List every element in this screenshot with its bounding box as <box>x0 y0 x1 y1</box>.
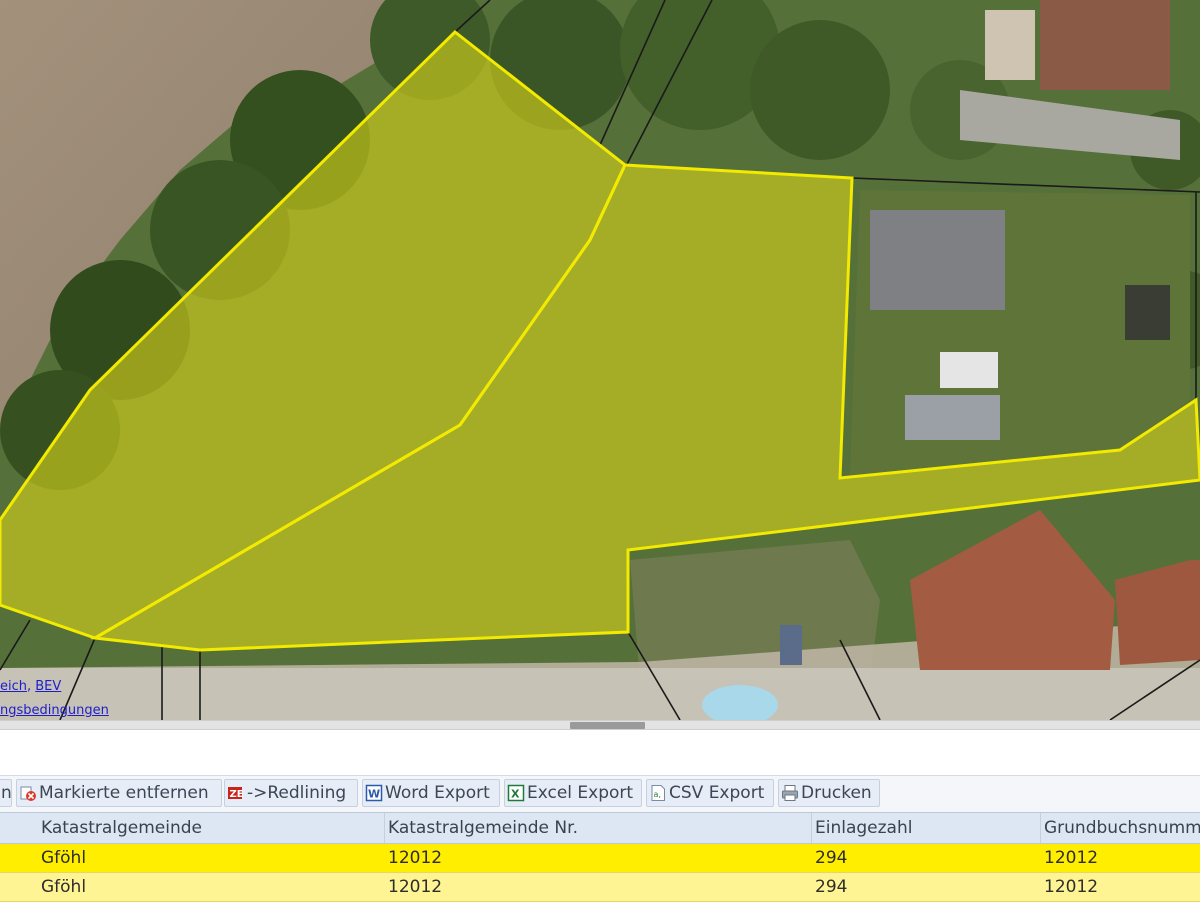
remove-marked-icon <box>19 784 37 802</box>
map-attribution-line-2: ngsbedingungen <box>0 703 109 718</box>
cell-grundbuchsnummer: 12012 <box>1044 848 1099 868</box>
attribution-link-bev[interactable]: BEV <box>35 679 61 694</box>
cell-einlagezahl: 294 <box>815 877 848 897</box>
cell-kg-nr: 12012 <box>388 848 443 868</box>
redlining-label: ->Redlining <box>247 783 347 803</box>
cell-kg-nr: 12012 <box>388 877 443 897</box>
panel-spacer <box>0 730 1200 775</box>
redlining-icon: ZE <box>227 784 245 802</box>
column-header-kg-nr[interactable]: Katastralgemeinde Nr. <box>388 813 578 843</box>
csv-export-label: CSV Export <box>669 783 765 803</box>
column-divider <box>1040 813 1041 843</box>
attribution-link-terms[interactable]: ngsbedingungen <box>0 703 109 718</box>
svg-text:ZE: ZE <box>230 789 244 800</box>
cell-einlagezahl: 294 <box>815 848 848 868</box>
column-header-katastralgemeinde[interactable]: Katastralgemeinde <box>41 813 202 843</box>
print-button[interactable]: Drucken <box>778 779 880 807</box>
printer-icon <box>781 784 799 802</box>
map-attribution-line-1: eich, BEV <box>0 679 61 694</box>
remove-marked-label: Markierte entfernen <box>39 783 209 803</box>
table-row[interactable]: Gföhl 12012 294 12012 <box>0 844 1200 873</box>
redlining-button[interactable]: ZE ->Redlining <box>224 779 358 807</box>
word-export-button[interactable]: W Word Export <box>362 779 500 807</box>
results-toolbar: n Markierte entfernen ZE ->Redlining W W… <box>0 775 1200 812</box>
truncated-button[interactable]: n <box>0 779 12 807</box>
attribution-link-1[interactable]: eich <box>0 679 27 694</box>
table-footer-space <box>0 902 1200 913</box>
csv-export-button[interactable]: a, CSV Export <box>646 779 774 807</box>
table-row[interactable]: Gföhl 12012 294 12012 <box>0 873 1200 902</box>
results-table-header: Katastralgemeinde Katastralgemeinde Nr. … <box>0 812 1200 844</box>
truncated-button-label: n <box>1 783 12 803</box>
excel-icon: X <box>507 784 525 802</box>
attribution-backdrop <box>0 668 1200 720</box>
cell-grundbuchsnummer: 12012 <box>1044 877 1099 897</box>
column-divider <box>384 813 385 843</box>
excel-export-label: Excel Export <box>527 783 634 803</box>
remove-marked-button[interactable]: Markierte entfernen <box>16 779 222 807</box>
svg-text:a,: a, <box>654 790 661 799</box>
cell-katastralgemeinde: Gföhl <box>41 877 87 897</box>
column-divider <box>811 813 812 843</box>
csv-icon: a, <box>649 784 667 802</box>
excel-export-button[interactable]: X Excel Export <box>504 779 642 807</box>
column-header-einlagezahl[interactable]: Einlagezahl <box>815 813 912 843</box>
splitter-grip[interactable] <box>570 722 645 729</box>
aerial-map[interactable] <box>0 0 1200 720</box>
svg-text:X: X <box>511 788 520 801</box>
map-view[interactable]: eich, BEV ngsbedingungen <box>0 0 1200 720</box>
column-header-grundbuchsnummer[interactable]: Grundbuchsnumm <box>1044 813 1200 843</box>
panel-splitter[interactable] <box>0 720 1200 730</box>
svg-text:W: W <box>368 788 380 801</box>
print-label: Drucken <box>801 783 872 803</box>
cell-katastralgemeinde: Gföhl <box>41 848 87 868</box>
word-icon: W <box>365 784 383 802</box>
word-export-label: Word Export <box>385 783 490 803</box>
